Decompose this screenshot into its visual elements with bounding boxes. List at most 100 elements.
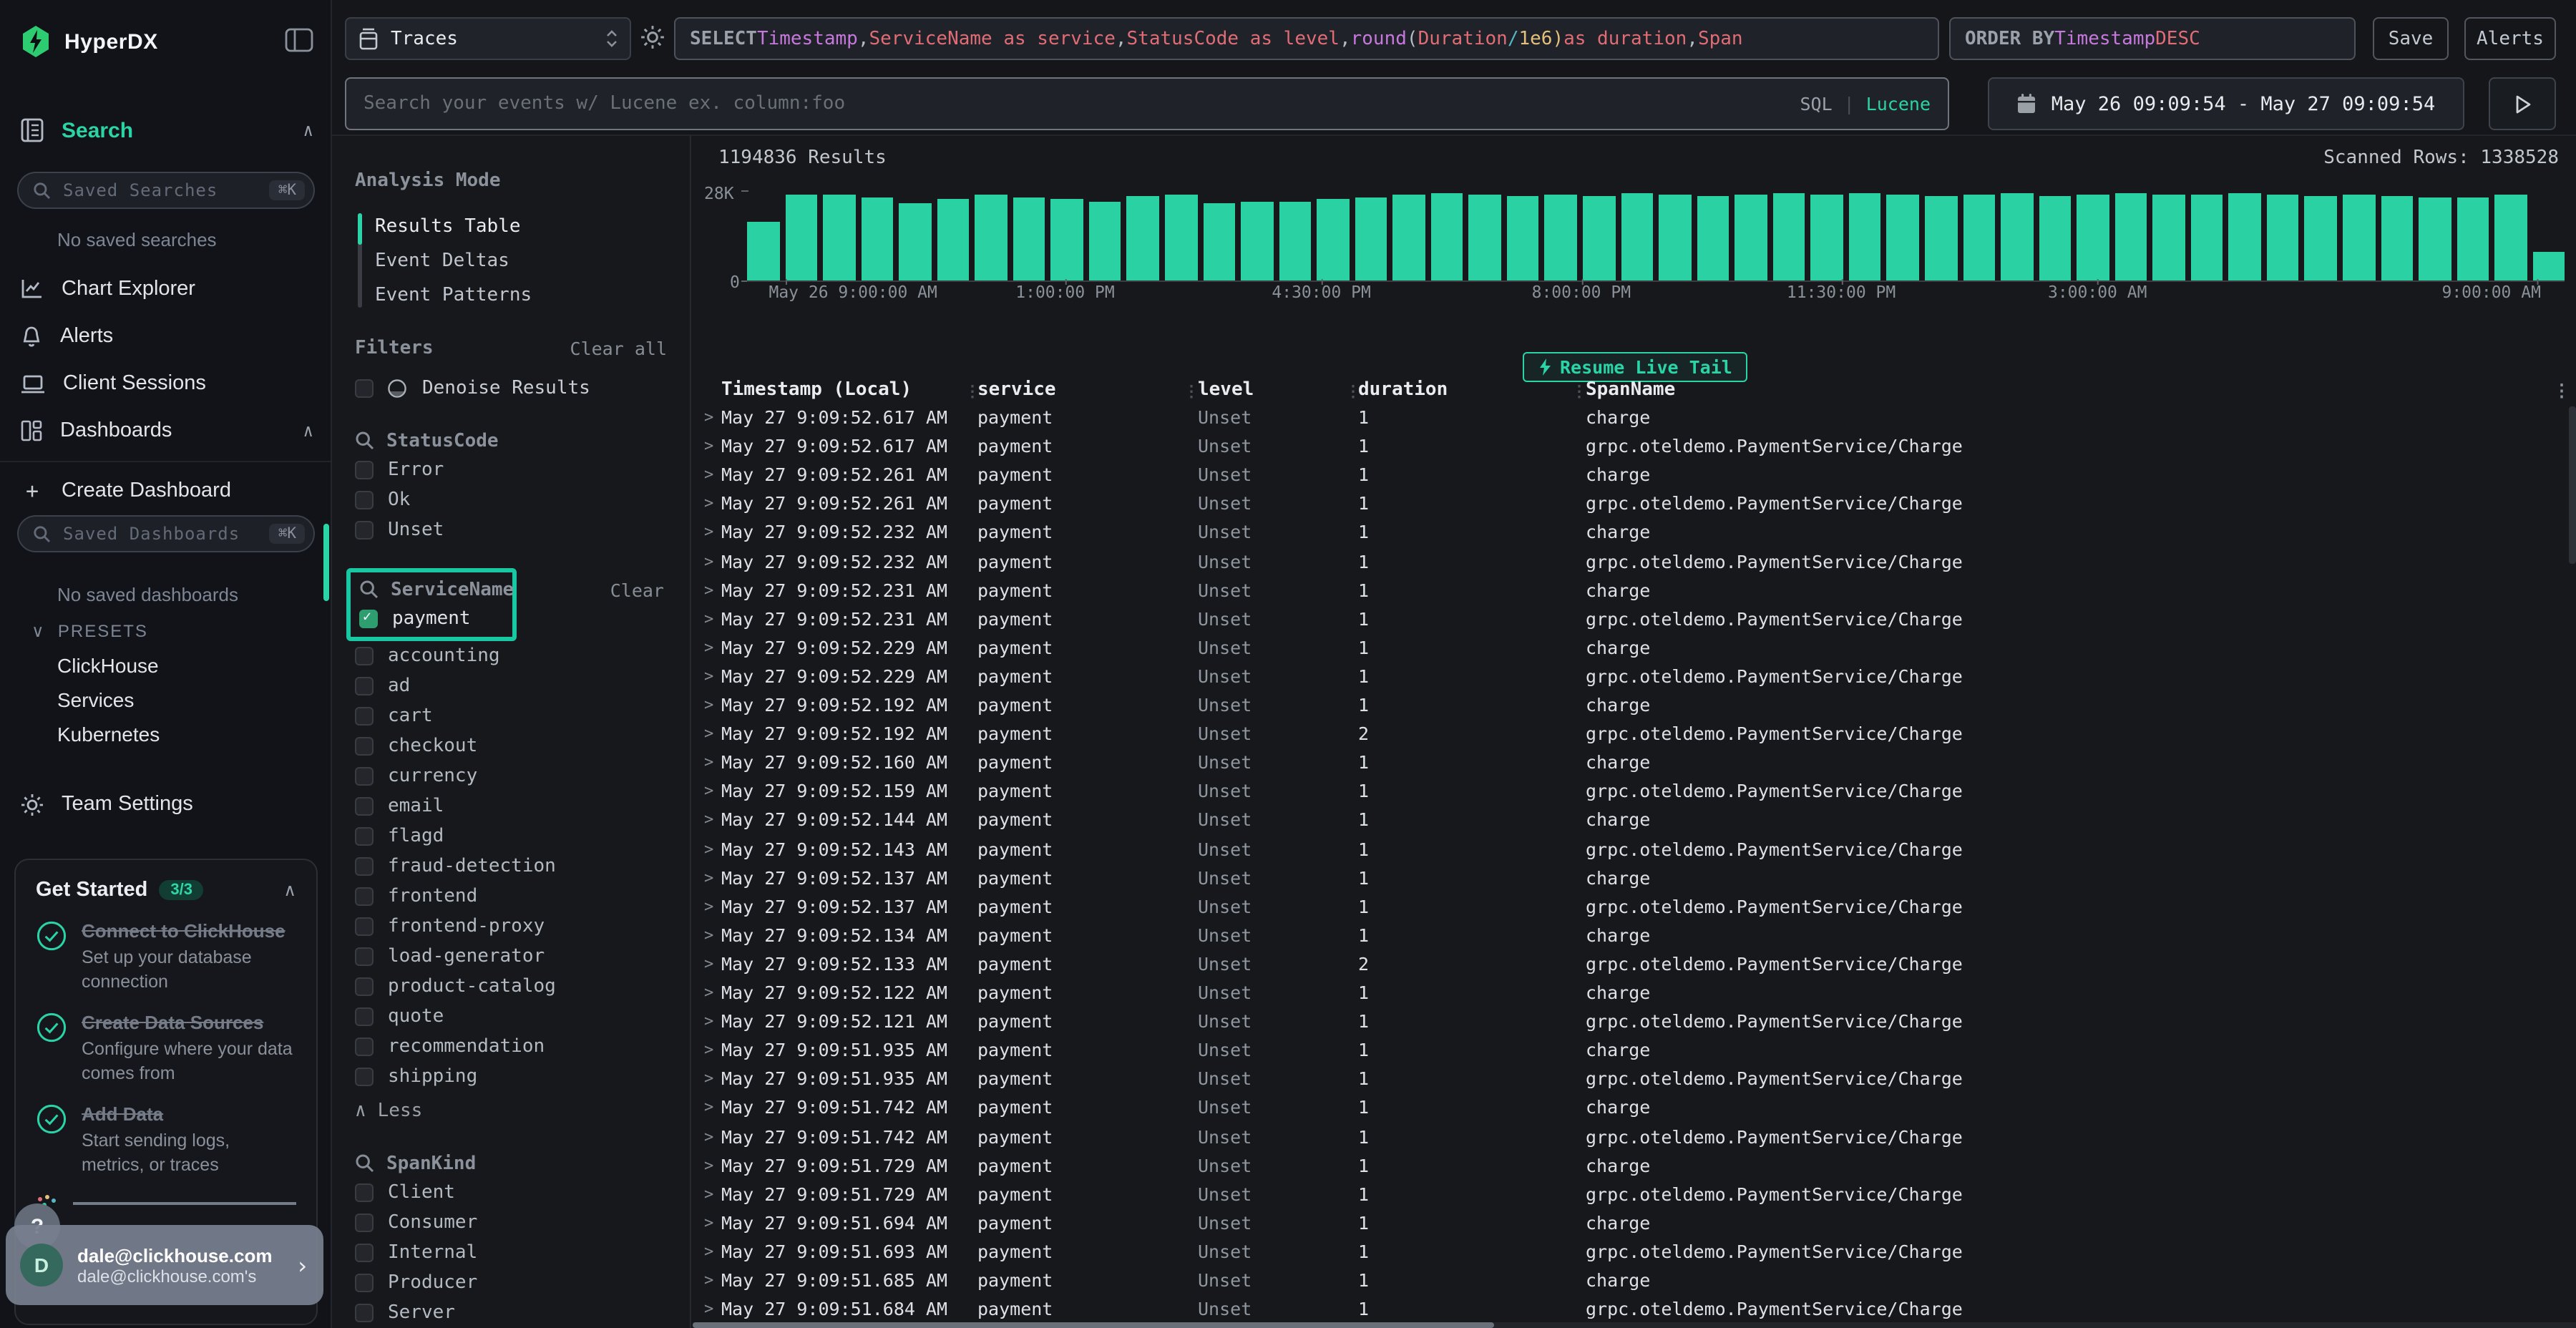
histogram-bar[interactable] (1735, 195, 1767, 280)
sidebar-item-chart-explorer[interactable]: Chart Explorer (20, 272, 313, 306)
table-row[interactable]: >May 27 9:09:52.229 AMpaymentUnset1grpc.… (693, 665, 2576, 694)
row-expand-chevron[interactable]: > (704, 1214, 713, 1232)
table-row[interactable]: >May 27 9:09:51.693 AMpaymentUnset1grpc.… (693, 1241, 2576, 1269)
histogram-bar[interactable] (2305, 197, 2337, 280)
histogram-bar[interactable] (2114, 193, 2147, 280)
row-expand-chevron[interactable]: > (704, 1299, 713, 1318)
histogram-bar[interactable] (1621, 193, 1653, 280)
histogram-bar[interactable] (1469, 195, 1501, 280)
table-row[interactable]: >May 27 9:09:52.192 AMpaymentUnset2grpc.… (693, 723, 2576, 751)
filter-option-client[interactable]: Client (355, 1178, 667, 1208)
row-expand-chevron[interactable]: > (704, 1040, 713, 1059)
row-expand-chevron[interactable]: > (704, 1184, 713, 1203)
sql-orderby-editor[interactable]: ORDER BY Timestamp DESC (1949, 17, 2356, 60)
histogram-bar[interactable] (2039, 197, 2071, 280)
histogram-bar[interactable] (937, 200, 969, 280)
preset-clickhouse[interactable]: ClickHouse (57, 654, 159, 677)
denoise-results-checkbox-row[interactable]: Denoise Results (355, 374, 667, 404)
create-dashboard-button[interactable]: + Create Dashboard (20, 474, 313, 508)
table-row[interactable]: >May 27 9:09:51.729 AMpaymentUnset1grpc.… (693, 1183, 2576, 1211)
table-vertical-scrollbar[interactable] (2569, 406, 2576, 693)
table-row[interactable]: >May 27 9:09:51.685 AMpaymentUnset1charg… (693, 1269, 2576, 1298)
chevron-up-icon[interactable]: ∧ (303, 421, 313, 441)
histogram-bar[interactable] (1887, 195, 1919, 280)
sidebar-item-alerts[interactable]: Alerts (20, 319, 313, 353)
histogram-bar[interactable] (1241, 201, 1273, 280)
row-expand-chevron[interactable]: > (704, 667, 713, 685)
filter-option-ad[interactable]: ad (355, 671, 667, 701)
row-expand-chevron[interactable]: > (704, 494, 713, 513)
histogram-bar[interactable] (2191, 195, 2223, 280)
checkbox[interactable] (355, 1304, 374, 1322)
mode-event-deltas[interactable]: Event Deltas (375, 243, 667, 278)
histogram-bar[interactable] (1431, 193, 1463, 280)
histogram-bar[interactable] (1393, 195, 1425, 280)
row-expand-chevron[interactable]: > (704, 954, 713, 973)
filter-option-frontend[interactable]: frontend (355, 882, 667, 912)
table-row[interactable]: >May 27 9:09:52.231 AMpaymentUnset1grpc.… (693, 607, 2576, 636)
histogram-bar[interactable] (1925, 197, 1957, 280)
filter-option-checkout[interactable]: checkout (355, 731, 667, 761)
table-row[interactable]: >May 27 9:09:52.261 AMpaymentUnset1charg… (693, 464, 2576, 492)
checkbox[interactable] (355, 491, 374, 509)
filter-option-cart[interactable]: cart (355, 701, 667, 731)
histogram-bar[interactable] (1697, 197, 1729, 280)
row-expand-chevron[interactable]: > (704, 868, 713, 887)
table-row[interactable]: >May 27 9:09:52.144 AMpaymentUnset1charg… (693, 809, 2576, 838)
histogram-bar[interactable] (2001, 193, 2033, 280)
table-row[interactable]: >May 27 9:09:52.231 AMpaymentUnset1charg… (693, 579, 2576, 607)
histogram-bar[interactable] (1203, 202, 1235, 280)
denoise-checkbox[interactable] (355, 379, 374, 398)
filter-option-internal[interactable]: Internal (355, 1238, 667, 1268)
table-row[interactable]: >May 27 9:09:52.229 AMpaymentUnset1charg… (693, 637, 2576, 665)
table-row[interactable]: >May 27 9:09:52.121 AMpaymentUnset1grpc.… (693, 1010, 2576, 1039)
histogram-bar[interactable] (2494, 195, 2527, 280)
table-row[interactable]: >May 27 9:09:51.729 AMpaymentUnset1charg… (693, 1154, 2576, 1183)
checkbox[interactable] (355, 917, 374, 936)
saved-searches-input[interactable]: Saved Searches ⌘K (17, 172, 315, 209)
histogram-bar[interactable] (1849, 193, 1881, 280)
checkbox[interactable] (355, 1068, 374, 1086)
checkbox[interactable] (359, 610, 378, 628)
col-spanname[interactable]: SpanName (1586, 379, 1675, 401)
mode-results-table[interactable]: Results Table (375, 209, 667, 243)
checkbox[interactable] (355, 677, 374, 695)
resume-live-tail-button[interactable]: Resume Live Tail (1523, 352, 1748, 382)
filter-option-load-generator[interactable]: load-generator (355, 942, 667, 972)
row-expand-chevron[interactable]: > (704, 926, 713, 944)
table-row[interactable]: >May 27 9:09:52.137 AMpaymentUnset1grpc.… (693, 895, 2576, 924)
histogram-bar[interactable] (2457, 197, 2489, 280)
histogram-bar[interactable] (2419, 197, 2451, 280)
table-row[interactable]: >May 27 9:09:51.742 AMpaymentUnset1grpc.… (693, 1126, 2576, 1154)
alerts-button[interactable]: Alerts (2464, 17, 2556, 60)
filter-option-unset[interactable]: Unset (355, 515, 667, 545)
results-histogram[interactable] (747, 193, 2565, 282)
row-expand-chevron[interactable]: > (704, 983, 713, 1002)
presets-section[interactable]: ∨ PRESETS (31, 621, 148, 641)
checkbox[interactable] (355, 977, 374, 996)
histogram-bar[interactable] (899, 204, 931, 280)
row-expand-chevron[interactable]: > (704, 638, 713, 657)
chevron-up-icon[interactable]: ∧ (283, 880, 296, 900)
histogram-bar[interactable] (1165, 195, 1197, 280)
sql-select-editor[interactable]: SELECT Timestamp, ServiceName as service… (674, 17, 1939, 60)
date-range-picker[interactable]: May 26 09:09:54 - May 27 09:09:54 (1988, 77, 2464, 130)
histogram-bar[interactable] (1659, 195, 1691, 280)
clear-all-filters-link[interactable]: Clear all (570, 338, 667, 359)
table-row[interactable]: >May 27 9:09:52.617 AMpaymentUnset1charg… (693, 406, 2576, 435)
row-expand-chevron[interactable]: > (704, 408, 713, 426)
checkbox[interactable] (355, 1244, 374, 1262)
table-row[interactable]: >May 27 9:09:52.160 AMpaymentUnset1charg… (693, 751, 2576, 780)
histogram-bar[interactable] (1583, 197, 1615, 280)
checkbox[interactable] (355, 461, 374, 479)
histogram-bar[interactable] (2267, 195, 2299, 280)
filter-option-payment[interactable]: payment (359, 604, 504, 634)
table-row[interactable]: >May 27 9:09:52.261 AMpaymentUnset1grpc.… (693, 493, 2576, 522)
filter-option-frontend-proxy[interactable]: frontend-proxy (355, 912, 667, 942)
get-started-item[interactable]: Create Data SourcesConfigure where your … (36, 1012, 296, 1085)
histogram-bar[interactable] (1013, 197, 1045, 280)
row-expand-chevron[interactable]: > (704, 811, 713, 829)
filter-option-flagd[interactable]: flagd (355, 821, 667, 851)
histogram-bar[interactable] (2532, 253, 2565, 280)
row-expand-chevron[interactable]: > (704, 695, 713, 714)
